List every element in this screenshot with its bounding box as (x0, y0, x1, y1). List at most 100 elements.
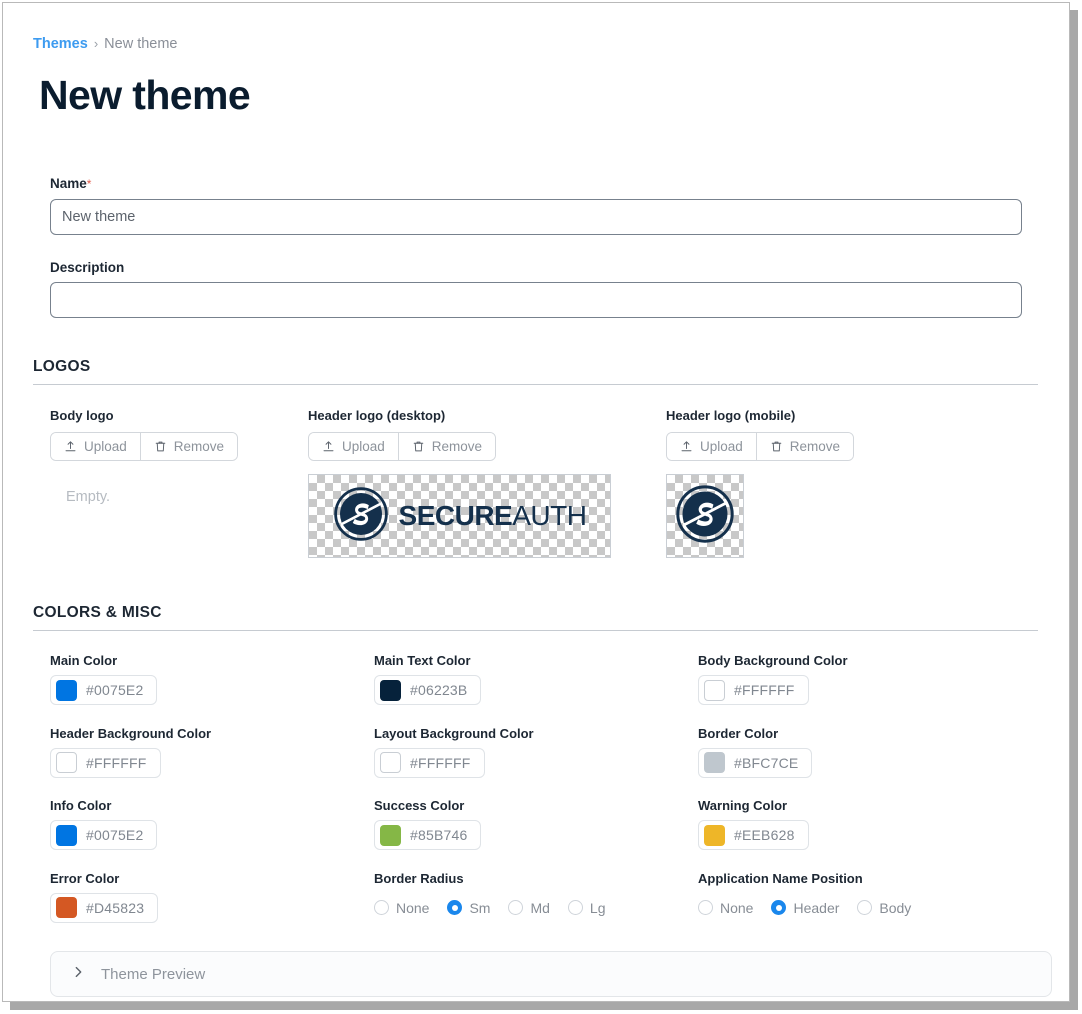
radio-label: Md (530, 899, 550, 916)
header-mobile-remove-button[interactable]: Remove (755, 433, 854, 460)
breadcrumb: Themes › New theme (33, 35, 1041, 53)
color-label: Info Color (50, 798, 112, 813)
description-input[interactable] (50, 282, 1022, 318)
color-picker-main-color[interactable]: #0075E2 (50, 675, 158, 705)
color-label: Error Color (50, 870, 120, 886)
body-logo-upload-label: Upload (84, 439, 127, 454)
app-name-position-label: Application Name Position (698, 870, 863, 886)
theme-preview-accordion[interactable]: Theme Preview (50, 951, 1052, 997)
secureauth-wordmark: SECUREAUTH (333, 486, 587, 547)
color-swatch (56, 752, 77, 773)
radio-label: Lg (589, 899, 606, 916)
radio-circle-icon (567, 900, 583, 915)
header-desktop-logo-label: Header logo (desktop) (308, 408, 446, 423)
secureauth-mark-icon (675, 484, 735, 549)
color-hex-value: #FFFFFF (734, 682, 795, 698)
color-swatch (704, 679, 725, 701)
color-swatch (56, 679, 77, 701)
color-field-border-color: Border Color #BFC7CE (698, 726, 1024, 779)
body-logo-upload-button[interactable]: Upload (51, 433, 140, 460)
chevron-right-icon (73, 965, 84, 984)
header-desktop-upload-button[interactable]: Upload (309, 433, 398, 460)
radio-label: Header (793, 899, 840, 916)
header-mobile-upload-button[interactable]: Upload (667, 433, 756, 460)
color-swatch (56, 897, 77, 918)
radio-label: Sm (469, 899, 491, 916)
header-desktop-upload-label: Upload (342, 439, 385, 454)
color-label: Success Color (374, 798, 465, 813)
color-field-error-color: Error Color #D45823 (50, 871, 374, 924)
breadcrumb-link-themes[interactable]: Themes (33, 35, 88, 53)
radio-label: None (720, 899, 754, 916)
color-hex-value: #EEB628 (734, 827, 795, 843)
name-field-label: Name* (50, 175, 1024, 193)
wordmark-light: AUTH (512, 500, 587, 531)
trash-icon (770, 440, 783, 453)
upload-icon (64, 440, 77, 453)
radio-border-radius-none[interactable]: None (374, 900, 429, 916)
logos-row: Body logo Upload Remove Empty. Header lo… (33, 408, 1041, 558)
header-desktop-logo-preview: SECUREAUTH (308, 474, 611, 558)
header-mobile-logo-buttons: Upload Remove (666, 432, 855, 461)
color-picker-main-text-color[interactable]: #06223B (374, 675, 482, 705)
radio-circle-icon (374, 900, 389, 915)
breadcrumb-separator-icon: › (93, 36, 99, 51)
color-hex-value: #FFFFFF (410, 754, 471, 771)
logos-section: LOGOS Body logo Upload Remove Empty. Hea… (33, 358, 1041, 558)
radio-circle-icon (857, 900, 873, 915)
color-field-warning-color: Warning Color #EEB628 (698, 798, 1024, 851)
secureauth-mark-icon (333, 486, 389, 547)
color-field-layout-background-color: Layout Background Color #FFFFFF (374, 726, 698, 779)
color-picker-warning-color[interactable]: #EEB628 (698, 820, 809, 850)
app-name-position-radios: None Header Body (698, 893, 1024, 923)
breadcrumb-current: New theme (104, 36, 178, 52)
required-asterisk: * (86, 177, 92, 191)
radio-app-name-position-header[interactable]: Header (771, 900, 839, 916)
color-swatch (380, 752, 401, 773)
color-picker-error-color[interactable]: #D45823 (50, 892, 159, 923)
body-logo-remove-button[interactable]: Remove (139, 433, 238, 460)
logos-section-title: LOGOS (33, 358, 91, 375)
secureauth-wordmark-text: SECUREAUTH (399, 502, 587, 530)
color-label: Layout Background Color (374, 725, 534, 741)
color-hex-value: #0075E2 (86, 682, 144, 698)
name-label-text: Name (50, 176, 87, 191)
header-desktop-remove-button[interactable]: Remove (397, 433, 496, 460)
border-radius-group: Border Radius None Sm Md Lg (374, 871, 698, 924)
colors-grid: Main Color #0075E2 Main Text Color #0622… (33, 653, 1041, 923)
theme-editor-page: Themes › New theme New theme Name* Descr… (2, 2, 1070, 1002)
color-picker-border-color[interactable]: #BFC7CE (698, 747, 813, 778)
radio-app-name-position-body[interactable]: Body (857, 900, 911, 916)
logo-group-body: Body logo Upload Remove Empty. (50, 408, 308, 558)
color-swatch (380, 679, 401, 701)
description-field-label: Description (50, 260, 125, 275)
color-label: Warning Color (698, 798, 788, 813)
color-field-main-text-color: Main Text Color #06223B (374, 653, 698, 706)
radio-border-radius-md[interactable]: Md (508, 899, 550, 916)
page-title: New theme (39, 72, 251, 118)
body-logo-buttons: Upload Remove (50, 432, 239, 461)
radio-app-name-position-none[interactable]: None (698, 900, 753, 916)
name-input[interactable] (50, 199, 1022, 235)
radio-circle-selected-icon (771, 900, 787, 915)
color-picker-header-background-color[interactable]: #FFFFFF (50, 747, 161, 778)
color-hex-value: #D45823 (86, 899, 145, 916)
header-mobile-upload-label: Upload (700, 439, 743, 454)
color-picker-body-background-color[interactable]: #FFFFFF (698, 675, 809, 705)
radio-label: None (396, 899, 430, 916)
header-desktop-remove-label: Remove (431, 439, 483, 454)
theme-preview-label: Theme Preview (101, 965, 206, 983)
radio-circle-icon (508, 900, 524, 915)
form-fields: Name* Description (33, 175, 1041, 318)
color-picker-layout-background-color[interactable]: #FFFFFF (374, 747, 485, 778)
trash-icon (412, 440, 425, 453)
radio-border-radius-lg[interactable]: Lg (567, 899, 606, 916)
radio-border-radius-sm[interactable]: Sm (447, 900, 490, 916)
header-desktop-logo-buttons: Upload Remove (308, 432, 497, 461)
border-radius-label: Border Radius (374, 870, 464, 886)
color-field-body-background-color: Body Background Color #FFFFFF (698, 653, 1024, 706)
color-picker-info-color[interactable]: #0075E2 (50, 820, 158, 850)
header-mobile-remove-label: Remove (789, 439, 841, 454)
color-picker-success-color[interactable]: #85B746 (374, 820, 482, 850)
color-label: Main Text Color (374, 653, 471, 668)
